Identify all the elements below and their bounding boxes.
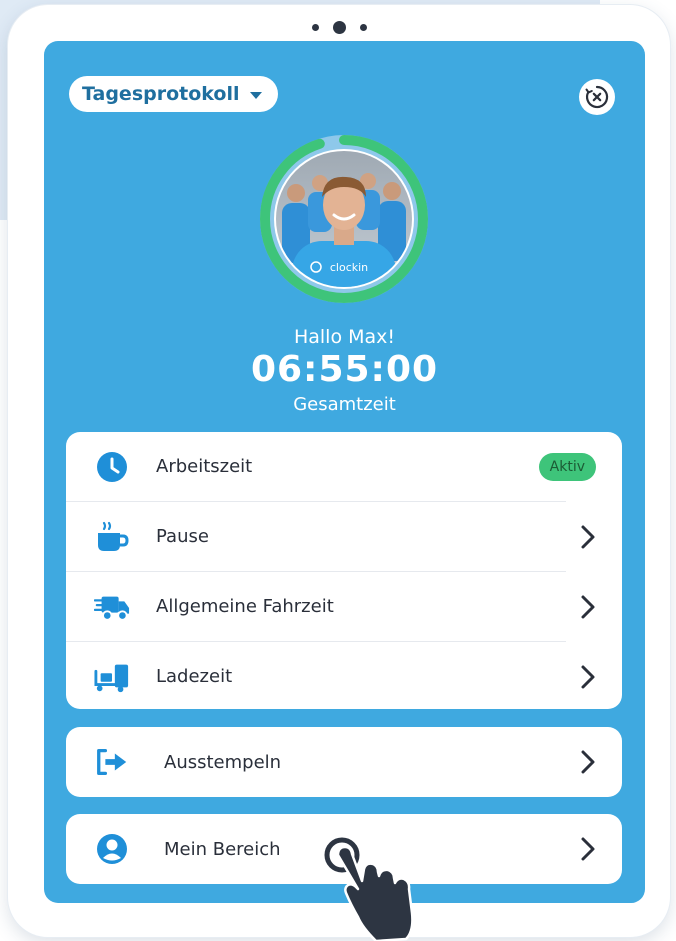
clock-out-row[interactable]: Ausstempeln: [66, 727, 622, 797]
menu-item-arbeitszeit[interactable]: Arbeitszeit Aktiv: [66, 432, 622, 501]
coffee-icon: [94, 519, 130, 555]
menu-item-label: Ladezeit: [156, 666, 233, 687]
loading-icon: [94, 659, 130, 695]
protocol-dropdown[interactable]: Tagesprotokoll: [69, 76, 278, 112]
chevron-right-icon: [581, 595, 595, 618]
menu-item-fahrzeit[interactable]: Allgemeine Fahrzeit: [66, 572, 622, 641]
avatar-graphic: clockin: [260, 135, 428, 303]
time-types-card: Arbeitszeit Aktiv Pause Allgemeine Fahrz…: [66, 432, 622, 709]
menu-item-label: Arbeitszeit: [156, 456, 253, 477]
shirt-brand-text: clockin: [330, 261, 368, 274]
avatar-progress: clockin: [256, 131, 432, 307]
camera-dots: [8, 17, 670, 37]
truck-icon: [94, 589, 130, 625]
menu-item-pause[interactable]: Pause: [66, 502, 622, 571]
timer-close-icon: [585, 85, 609, 109]
camera-lens: [332, 20, 346, 34]
app-screen: Tagesprotokoll clockin Hallo Max! 06:55:…: [44, 41, 645, 903]
clock-out-label: Ausstempeln: [164, 751, 282, 773]
chevron-right-icon: [581, 665, 595, 688]
clock-icon: [94, 449, 130, 485]
greeting: Hallo Max!: [293, 326, 396, 348]
user-icon: [94, 831, 130, 867]
protocol-dropdown-label: Tagesprotokoll: [82, 83, 240, 105]
hand-pointer-icon: [324, 837, 414, 941]
close-timer-button[interactable]: [579, 79, 615, 115]
chevron-right-icon: [581, 750, 595, 774]
camera-dot: [359, 23, 367, 31]
menu-item-label: Allgemeine Fahrzeit: [156, 596, 334, 617]
camera-dot: [311, 23, 319, 31]
total-time: 06:55:00: [250, 349, 439, 390]
clock-out-button[interactable]: Ausstempeln: [66, 727, 622, 797]
menu-item-label: Pause: [156, 526, 209, 547]
total-time-label: Gesamtzeit: [293, 394, 396, 415]
chevron-right-icon: [581, 525, 595, 548]
chevron-right-icon: [581, 837, 595, 861]
menu-item-ladezeit[interactable]: Ladezeit: [66, 642, 622, 711]
sign-out-icon: [94, 744, 130, 780]
caret-down-icon: [249, 91, 262, 99]
status-badge: Aktiv: [538, 452, 596, 481]
tablet-device: Tagesprotokoll clockin Hallo Max! 06:55:…: [8, 5, 670, 937]
my-area-label: Mein Bereich: [164, 838, 281, 860]
